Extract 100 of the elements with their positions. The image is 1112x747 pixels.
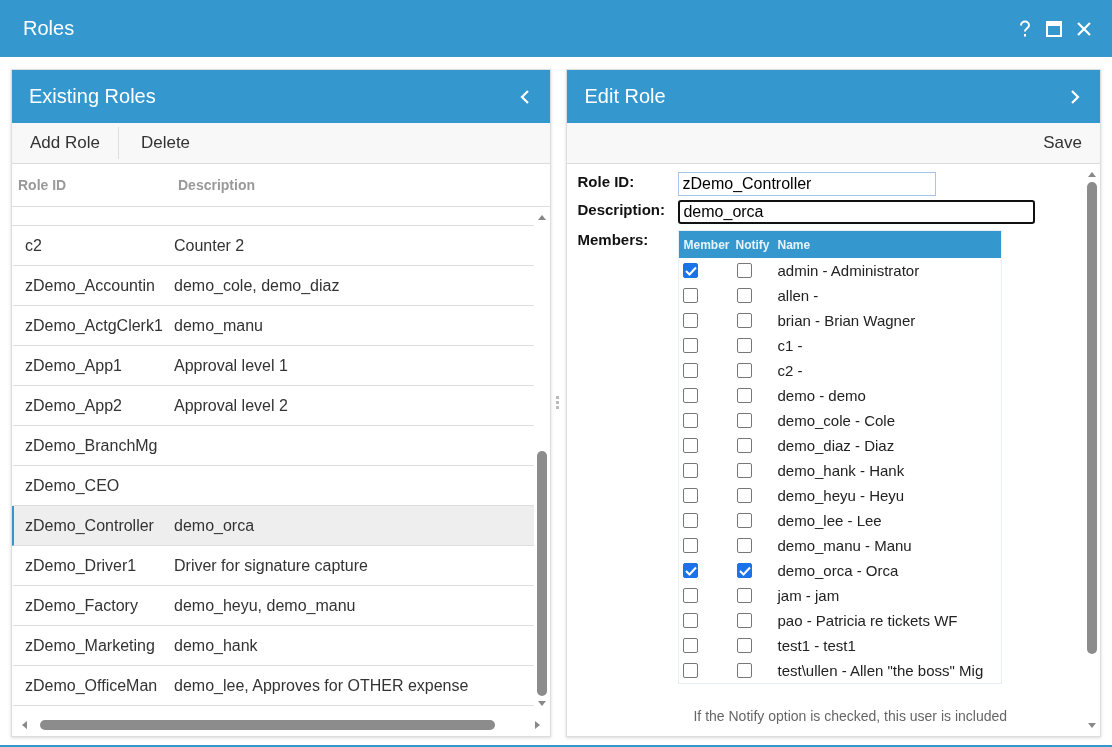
- toolbar-button[interactable]: Delete: [117, 127, 209, 159]
- member-checkbox[interactable]: [683, 563, 699, 578]
- description-cell: Driver for signature capture: [174, 556, 368, 575]
- member-name: brian - Brian Wagner: [777, 312, 916, 329]
- member-checkbox[interactable]: [683, 538, 699, 553]
- member-checkbox[interactable]: [683, 338, 699, 353]
- member-checkbox[interactable]: [683, 388, 699, 403]
- member-name: test\ullen - Allen "the boss" Mig: [777, 662, 984, 679]
- toolbar-button[interactable]: Add Role: [12, 127, 118, 159]
- notify-checkbox[interactable]: [737, 588, 753, 603]
- help-icon[interactable]: [1018, 19, 1032, 38]
- role-id-cell-text: zDemo_Driver1: [24, 556, 138, 575]
- scroll-down-icon[interactable]: [1087, 722, 1097, 730]
- description-cell: Counter 2: [174, 236, 245, 255]
- notify-checkbox[interactable]: [737, 538, 753, 553]
- member-checkbox[interactable]: [683, 638, 699, 653]
- member-checkbox[interactable]: [683, 363, 699, 378]
- description-cell: Approval level 2: [174, 396, 288, 415]
- table-row[interactable]: zDemo_Marketing demo_hank: [12, 626, 534, 666]
- panel-title: Edit Role: [584, 85, 666, 108]
- member-name: demo_diaz - Diaz: [777, 437, 895, 454]
- table-row[interactable]: zDemo_Accountin demo_cole, demo_diaz: [12, 266, 534, 306]
- notify-checkbox[interactable]: [737, 438, 753, 453]
- member-name: demo_orca - Orca: [777, 562, 899, 579]
- member-name: demo_lee - Lee: [777, 512, 882, 529]
- role-id-cell-text: zDemo_App2: [24, 396, 123, 415]
- panel-title: Existing Roles: [29, 85, 156, 108]
- help-text: If the Notify option is checked, this user is included: [692, 707, 1009, 724]
- close-icon[interactable]: [1076, 20, 1092, 37]
- notify-checkbox[interactable]: [737, 613, 753, 628]
- table-row[interactable]: c2 Counter 2: [12, 226, 534, 266]
- scroll-left-icon[interactable]: [20, 720, 28, 730]
- description-cell: demo_lee, Approves for OTHER expense: [174, 676, 469, 695]
- member-checkbox[interactable]: [683, 663, 699, 678]
- save-button[interactable]: Save: [1025, 127, 1100, 159]
- table-row[interactable]: zDemo_Controller demo_orca: [12, 506, 534, 546]
- notify-checkbox[interactable]: [737, 263, 753, 278]
- scroll-up-icon[interactable]: [536, 213, 547, 221]
- member-name: demo_cole - Cole: [777, 412, 896, 429]
- notify-checkbox[interactable]: [737, 338, 753, 353]
- description-cell: demo_manu: [174, 316, 263, 335]
- description-cell: demo_cole, demo_diaz: [174, 276, 340, 295]
- notify-checkbox[interactable]: [737, 663, 753, 678]
- notify-checkbox[interactable]: [737, 463, 753, 478]
- notify-checkbox[interactable]: [737, 513, 753, 528]
- scroll-up-icon[interactable]: [1087, 170, 1097, 178]
- role-id-cell-text: zDemo_App1: [24, 356, 123, 375]
- member-name: admin - Administrator: [777, 262, 920, 279]
- expand-right-icon[interactable]: [1070, 89, 1080, 104]
- member-checkbox[interactable]: [683, 413, 699, 428]
- window-title: Roles: [23, 17, 75, 40]
- member-name: c2 -: [777, 362, 803, 379]
- member-name: demo_hank - Hank: [777, 462, 905, 479]
- description-field[interactable]: demo_orca: [678, 200, 1036, 224]
- notify-checkbox[interactable]: [737, 288, 753, 303]
- role-id-cell-text: c2: [24, 236, 43, 255]
- member-checkbox[interactable]: [683, 588, 699, 603]
- scroll-right-icon[interactable]: [533, 720, 542, 730]
- notify-checkbox[interactable]: [737, 563, 753, 578]
- member-name: demo_heyu - Heyu: [777, 487, 905, 504]
- scroll-down-icon[interactable]: [536, 700, 547, 708]
- member-checkbox[interactable]: [683, 488, 699, 503]
- role-id-cell-text: zDemo_BranchMg: [24, 436, 159, 455]
- member-checkbox[interactable]: [683, 463, 699, 478]
- role-id-field[interactable]: zDemo_Controller: [678, 172, 937, 196]
- field-label: Description:: [577, 200, 666, 218]
- splitter-handle-icon[interactable]: [556, 396, 561, 410]
- notify-checkbox[interactable]: [737, 638, 753, 653]
- role-id-cell-text: zDemo_OfficeMan: [24, 676, 159, 695]
- scrollbar-thumb[interactable]: [40, 720, 495, 730]
- notify-checkbox[interactable]: [737, 488, 753, 503]
- member-checkbox[interactable]: [683, 513, 699, 528]
- member-name: jam - jam: [777, 587, 840, 604]
- maximize-icon[interactable]: [1046, 20, 1062, 37]
- member-checkbox[interactable]: [683, 438, 699, 453]
- notify-checkbox[interactable]: [737, 363, 753, 378]
- table-row[interactable]: zDemo_Driver1 Driver for signature capture: [12, 546, 534, 586]
- member-name: allen -: [777, 287, 819, 304]
- member-name: test1 - test1: [777, 637, 856, 654]
- collapse-left-icon[interactable]: [519, 89, 530, 104]
- member-checkbox[interactable]: [683, 613, 699, 628]
- member-name: demo_manu - Manu: [777, 537, 912, 554]
- table-row[interactable]: zDemo_App1 Approval level 1: [12, 346, 534, 386]
- table-row[interactable]: zDemo_Factory demo_heyu, demo_manu: [12, 586, 534, 626]
- description-cell: demo_orca: [174, 516, 255, 535]
- notify-checkbox[interactable]: [737, 313, 753, 328]
- table-row[interactable]: zDemo_BranchMg: [12, 426, 534, 466]
- notify-checkbox[interactable]: [737, 413, 753, 428]
- role-id-cell-text: zDemo_Marketing: [24, 636, 156, 655]
- member-checkbox[interactable]: [683, 263, 699, 278]
- table-row[interactable]: zDemo_ActgClerk1 demo_manu: [12, 306, 534, 346]
- field-label: Role ID:: [577, 172, 636, 190]
- scrollbar-thumb[interactable]: [1087, 182, 1097, 654]
- table-row[interactable]: zDemo_App2 Approval level 2: [12, 386, 534, 426]
- notify-checkbox[interactable]: [737, 388, 753, 403]
- table-row[interactable]: zDemo_OfficeMan demo_lee, Approves for OTHER expense: [12, 666, 534, 706]
- member-checkbox[interactable]: [683, 313, 699, 328]
- column-header: Name: [777, 237, 811, 252]
- member-checkbox[interactable]: [683, 288, 699, 303]
- scrollbar-thumb[interactable]: [536, 451, 547, 696]
